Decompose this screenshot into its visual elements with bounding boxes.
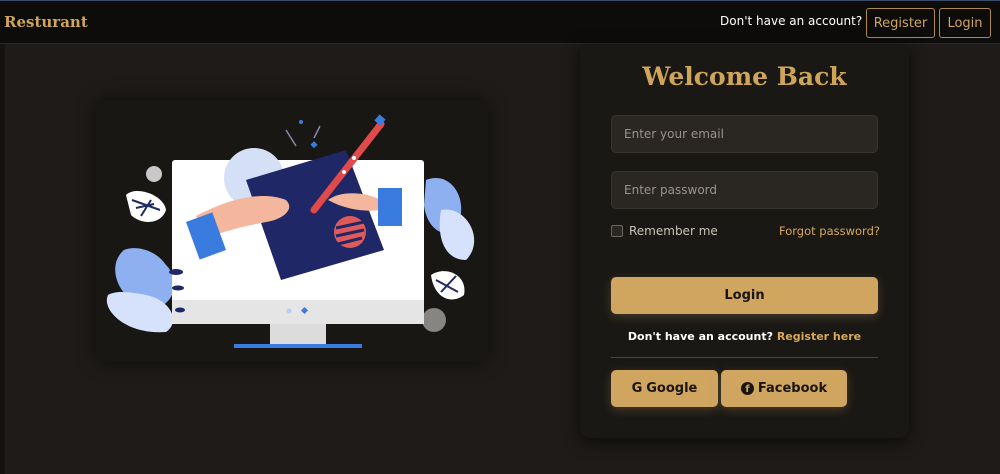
google-login-button[interactable]: G Google xyxy=(611,370,718,407)
remember-label: Remember me xyxy=(629,224,718,238)
login-panel: Welcome Back Remember me Forgot password… xyxy=(580,44,909,438)
password-field[interactable] xyxy=(611,171,878,209)
remember-checkbox[interactable] xyxy=(611,225,623,237)
login-button[interactable]: Login xyxy=(611,277,878,314)
forgot-password-link[interactable]: Forgot password? xyxy=(779,224,880,238)
google-icon: G xyxy=(631,381,643,396)
page-title: Welcome Back xyxy=(642,62,847,91)
illustration-card xyxy=(96,100,488,362)
register-prompt: Don't have an account? Register here xyxy=(580,330,909,343)
brand-logo[interactable]: Resturant xyxy=(4,13,88,31)
email-field[interactable] xyxy=(611,115,878,153)
top-navbar: Resturant Don't have an account? Registe… xyxy=(0,0,1000,44)
facebook-login-button[interactable]: f Facebook xyxy=(721,370,847,407)
facebook-label: Facebook xyxy=(757,381,828,396)
facebook-icon: f xyxy=(740,382,754,395)
left-edge-stripe xyxy=(0,44,5,474)
computer-drawing-illustration xyxy=(106,114,475,348)
divider xyxy=(611,357,878,358)
nav-register-button[interactable]: Register xyxy=(866,8,935,38)
google-label: Google xyxy=(646,381,698,396)
register-prompt-text: Don't have an account? xyxy=(627,330,773,343)
remember-me[interactable]: Remember me xyxy=(611,224,718,238)
register-here-link[interactable]: Register here xyxy=(777,330,861,343)
nav-login-button[interactable]: Login xyxy=(939,8,991,38)
nav-signup-prompt: Don't have an account? xyxy=(720,14,863,28)
